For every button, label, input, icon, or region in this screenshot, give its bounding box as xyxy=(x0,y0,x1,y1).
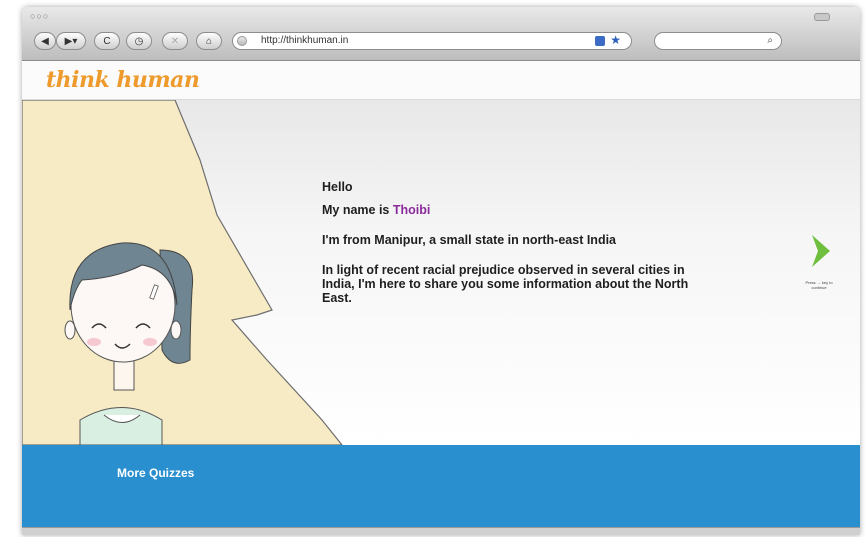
home-icon: ⌂ xyxy=(205,35,213,47)
history-button[interactable]: ◷ xyxy=(126,32,152,50)
site-header: think human xyxy=(22,61,860,100)
close-icon: ✕ xyxy=(170,35,180,47)
reload-icon: C xyxy=(103,35,111,47)
forward-button[interactable]: ▶▾ xyxy=(56,32,86,50)
purpose-text: In light of recent racial prejudice obse… xyxy=(322,263,689,305)
rss-icon[interactable] xyxy=(595,36,605,46)
more-quizzes-link[interactable]: More Quizzes xyxy=(117,466,194,480)
home-button[interactable]: ⌂ xyxy=(196,32,222,50)
name-prefix: My name is xyxy=(322,203,390,217)
reload-button[interactable]: C xyxy=(94,32,120,50)
stop-button[interactable]: ✕ xyxy=(162,32,188,50)
left-ear xyxy=(64,320,76,340)
character-name: Thoibi xyxy=(392,203,431,217)
right-ear xyxy=(170,320,182,340)
search-icon: ⌕ xyxy=(767,35,773,46)
back-button[interactable]: ◀ xyxy=(34,32,56,50)
next-hint: Press → key to continue xyxy=(805,280,833,290)
browser-window: ○○○ ◀ ▶▾ C ◷ ✕ ⌂ http://thinkhuman.in ★ … xyxy=(22,7,860,535)
think-human-logo[interactable]: think human xyxy=(46,67,200,93)
window-controls[interactable]: ○○○ xyxy=(30,11,49,21)
address-bar[interactable]: http://thinkhuman.in ★ xyxy=(232,32,632,50)
site-footer: More Quizzes xyxy=(22,445,860,527)
intro-text: Hello My name is Thoibi I'm from Manipur… xyxy=(322,180,702,314)
name-line: My name is Thoibi xyxy=(322,203,702,217)
next-arrow-icon[interactable] xyxy=(810,233,832,269)
greeting-text: Hello xyxy=(322,180,353,194)
clock-icon: ◷ xyxy=(134,35,144,47)
site-icon xyxy=(237,36,247,46)
origin-text: I'm from Manipur, a small state in north… xyxy=(322,233,617,247)
intro-section: Hello My name is Thoibi I'm from Manipur… xyxy=(22,100,860,445)
search-input[interactable]: ⌕ xyxy=(654,32,782,50)
window-bottom-edge xyxy=(22,527,860,535)
forward-arrow-icon: ▶▾ xyxy=(64,35,78,47)
back-arrow-icon: ◀ xyxy=(41,35,49,47)
bookmark-star-icon[interactable]: ★ xyxy=(610,33,621,47)
toolbar-toggle-button[interactable] xyxy=(814,13,830,21)
right-cheek xyxy=(143,338,157,346)
url-text[interactable]: http://thinkhuman.in xyxy=(261,35,348,46)
left-cheek xyxy=(87,338,101,346)
browser-toolbar: ○○○ ◀ ▶▾ C ◷ ✕ ⌂ http://thinkhuman.in ★ … xyxy=(22,7,860,61)
